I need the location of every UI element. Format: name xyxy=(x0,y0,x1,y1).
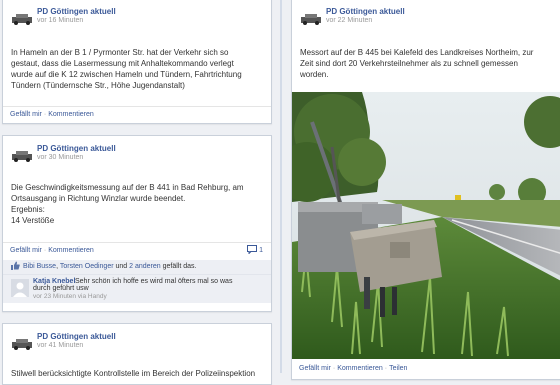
liker-link[interactable]: Bibi Busse xyxy=(23,263,56,270)
comment-text: Sehr schön ich hoffe es wird mal öfters … xyxy=(75,278,233,285)
post-text: In Hameln an der B 1 / Pyrmonter Str. ha… xyxy=(11,48,242,90)
post-actions: Gefällt mir · Kommentieren 1 xyxy=(3,242,271,258)
post-author-link[interactable]: PD Göttingen aktuell xyxy=(37,332,116,341)
comment-count[interactable]: 1 xyxy=(247,243,263,258)
page-avatar[interactable] xyxy=(11,336,33,350)
comment-text-continued: durch geführt usw xyxy=(33,285,89,292)
like-link[interactable]: Gefällt mir xyxy=(10,111,42,118)
likes-summary: Bibi Busse, Torsten Oedinger und 2 ander… xyxy=(3,260,271,274)
comment-link[interactable]: Kommentieren xyxy=(48,111,94,118)
post-card: PD Göttingen aktuell vor 16 Minuten In H… xyxy=(2,0,272,124)
page-avatar[interactable] xyxy=(11,11,33,25)
likes-suffix: gefällt das. xyxy=(162,263,197,270)
post-text: Stilwell berücksichtigte Kontrollstelle … xyxy=(11,369,256,378)
post-text: Messort auf der B 445 bei Kalefeld des L… xyxy=(300,48,534,79)
timeline-spine xyxy=(280,0,282,373)
likes-connector: und xyxy=(115,263,128,270)
post-author-link[interactable]: PD Göttingen aktuell xyxy=(37,144,116,153)
post-actions: Gefällt mir · Kommentieren · Teilen xyxy=(299,365,408,372)
post-timestamp[interactable]: vor 41 Minuten xyxy=(37,342,83,349)
thumbs-up-icon xyxy=(11,261,20,270)
comment-timestamp[interactable]: vor 23 Minuten via Handy xyxy=(33,293,107,300)
post-author-link[interactable]: PD Göttingen aktuell xyxy=(37,7,116,16)
liker-link[interactable]: Torsten Oedinger xyxy=(60,263,114,270)
post-card: PD Göttingen aktuell vor 30 Minuten Die … xyxy=(2,135,272,312)
page-avatar[interactable] xyxy=(11,148,33,162)
comment-link[interactable]: Kommentieren xyxy=(337,365,383,372)
post-card: PD Göttingen aktuell vor 22 Minuten Mess… xyxy=(291,0,560,380)
commenter-link[interactable]: Katja Knebel xyxy=(33,278,75,285)
commenter-avatar[interactable] xyxy=(11,279,29,297)
post-timestamp[interactable]: vor 30 Minuten xyxy=(37,154,83,161)
comment-item: Katja Knebel Sehr schön ich hoffe es wir… xyxy=(3,274,271,303)
post-timestamp[interactable]: vor 22 Minuten xyxy=(326,17,372,24)
like-link[interactable]: Gefällt mir xyxy=(299,365,331,372)
post-actions: Gefällt mir · Kommentieren xyxy=(3,106,271,122)
comment-bubble-icon xyxy=(247,245,258,255)
post-timestamp[interactable]: vor 16 Minuten xyxy=(37,17,83,24)
share-link[interactable]: Teilen xyxy=(389,365,407,372)
post-card: PD Göttingen aktuell vor 41 Minuten Stil… xyxy=(2,323,272,385)
post-author-link[interactable]: PD Göttingen aktuell xyxy=(326,7,405,16)
post-text: Die Geschwindigkeitsmessung auf der B 44… xyxy=(11,183,244,225)
like-link[interactable]: Gefällt mir xyxy=(10,247,42,254)
likers-others-link[interactable]: 2 anderen xyxy=(129,263,161,270)
comment-link[interactable]: Kommentieren xyxy=(48,247,94,254)
page-avatar[interactable] xyxy=(300,11,322,25)
post-photo[interactable] xyxy=(292,92,560,359)
